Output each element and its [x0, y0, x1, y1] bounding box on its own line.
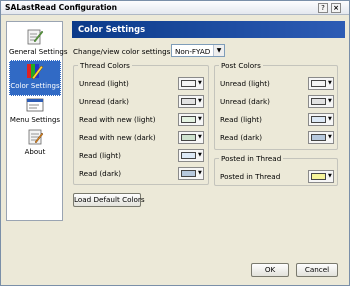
color-swatch	[311, 80, 326, 87]
color-picker-button[interactable]: ▼	[178, 149, 204, 162]
thread-colors-group: Thread Colors Unread (light) ▼ Unread (d…	[73, 61, 209, 185]
color-row: Unread (dark) ▼	[220, 95, 336, 108]
ok-button[interactable]: OK	[251, 263, 289, 277]
window-title: SALastRead Configuration	[5, 3, 118, 12]
chevron-down-icon: ▼	[328, 134, 332, 140]
color-row: Read with new (dark) ▼	[79, 131, 207, 144]
page-title: Color Settings	[72, 21, 345, 38]
chevron-down-icon: ▼	[198, 152, 202, 158]
color-picker-button[interactable]: ▼	[178, 113, 204, 126]
color-picker-button[interactable]: ▼	[178, 167, 204, 180]
chevron-down-icon: ▼	[328, 80, 332, 86]
color-row-label: Posted in Thread	[220, 172, 281, 181]
posted-in-thread-group: Posted in Thread Posted in Thread ▼	[214, 154, 338, 186]
color-set-label: Change/view color settings for:	[73, 47, 185, 56]
chevron-down-icon: ▼	[328, 173, 332, 179]
sidebar-item-label: Menu Settings	[9, 116, 61, 124]
color-swatch	[311, 173, 326, 180]
color-row: Read (dark) ▼	[220, 131, 336, 144]
color-picker-button[interactable]: ▼	[308, 113, 334, 126]
config-window: SALastRead Configuration ? × General Set…	[0, 0, 350, 286]
color-row: Unread (dark) ▼	[79, 95, 207, 108]
sidebar-item-color-settings[interactable]: Color Settings	[9, 60, 61, 96]
color-row: Read (dark) ▼	[79, 167, 207, 180]
color-swatch	[311, 116, 326, 123]
help-button[interactable]: ?	[318, 3, 328, 13]
color-row-label: Read (dark)	[79, 169, 122, 178]
color-picker-button[interactable]: ▼	[178, 131, 204, 144]
color-picker-button[interactable]: ▼	[178, 77, 204, 90]
sidebar-item-label: About	[24, 148, 46, 156]
color-row-label: Read with new (light)	[79, 115, 156, 124]
color-row: Read with new (light) ▼	[79, 113, 207, 126]
load-default-colors-button[interactable]: Load Default Colors	[73, 193, 145, 207]
general-settings-icon	[27, 29, 44, 45]
color-picker-button[interactable]: ▼	[308, 170, 334, 183]
color-row-label: Unread (dark)	[79, 97, 129, 106]
thread-colors-title: Thread Colors	[78, 61, 132, 70]
about-icon	[28, 129, 44, 145]
color-swatch	[311, 98, 326, 105]
post-colors-group: Post Colors Unread (light) ▼ Unread (dar…	[214, 61, 338, 150]
sidebar-item-menu-settings[interactable]: Menu Settings	[9, 94, 61, 130]
close-button[interactable]: ×	[331, 3, 341, 13]
title-bar: SALastRead Configuration ? ×	[1, 1, 349, 15]
color-row-label: Read (dark)	[220, 133, 263, 142]
sidebar-item-label: General Settings	[9, 48, 68, 56]
posted-in-thread-title: Posted in Thread	[219, 154, 284, 163]
color-set-value: Non-FYAD	[175, 47, 211, 56]
sidebar-item-about[interactable]: About	[9, 126, 61, 162]
color-row: Posted in Thread ▼	[220, 170, 336, 183]
color-row-label: Read (light)	[220, 115, 262, 124]
color-swatch	[181, 152, 196, 159]
color-picker-button[interactable]: ▼	[308, 95, 334, 108]
color-swatch	[181, 116, 196, 123]
color-swatch	[181, 80, 196, 87]
color-row: Read (light) ▼	[220, 113, 336, 126]
color-swatch	[181, 98, 196, 105]
color-row-label: Unread (light)	[220, 79, 270, 88]
color-row-label: Unread (light)	[79, 79, 129, 88]
color-row-label: Unread (dark)	[220, 97, 270, 106]
color-swatch	[181, 134, 196, 141]
chevron-down-icon: ▼	[198, 134, 202, 140]
color-row: Unread (light) ▼	[220, 77, 336, 90]
chevron-down-icon: ▼	[198, 98, 202, 104]
color-picker-button[interactable]: ▼	[308, 131, 334, 144]
color-settings-icon	[27, 64, 44, 80]
settings-sidebar: General Settings Color Settings Menu Set…	[6, 21, 68, 221]
sidebar-item-general-settings[interactable]: General Settings	[9, 26, 68, 62]
chevron-down-icon: ▼	[328, 116, 332, 122]
chevron-down-icon: ▼	[328, 98, 332, 104]
cancel-button[interactable]: Cancel	[296, 263, 338, 277]
chevron-down-icon: ▼	[198, 116, 202, 122]
chevron-down-icon: ▼	[198, 170, 202, 176]
menu-settings-icon	[26, 98, 44, 112]
color-swatch	[181, 170, 196, 177]
color-row: Unread (light) ▼	[79, 77, 207, 90]
chevron-down-icon[interactable]: ▼	[213, 45, 224, 56]
color-picker-button[interactable]: ▼	[178, 95, 204, 108]
chevron-down-icon: ▼	[198, 80, 202, 86]
color-picker-button[interactable]: ▼	[308, 77, 334, 90]
color-swatch	[311, 134, 326, 141]
sidebar-item-label: Color Settings	[10, 82, 60, 90]
color-set-select[interactable]: Non-FYAD ▼	[171, 44, 225, 57]
color-row-label: Read (light)	[79, 151, 121, 160]
post-colors-title: Post Colors	[219, 61, 263, 70]
color-row-label: Read with new (dark)	[79, 133, 156, 142]
color-row: Read (light) ▼	[79, 149, 207, 162]
